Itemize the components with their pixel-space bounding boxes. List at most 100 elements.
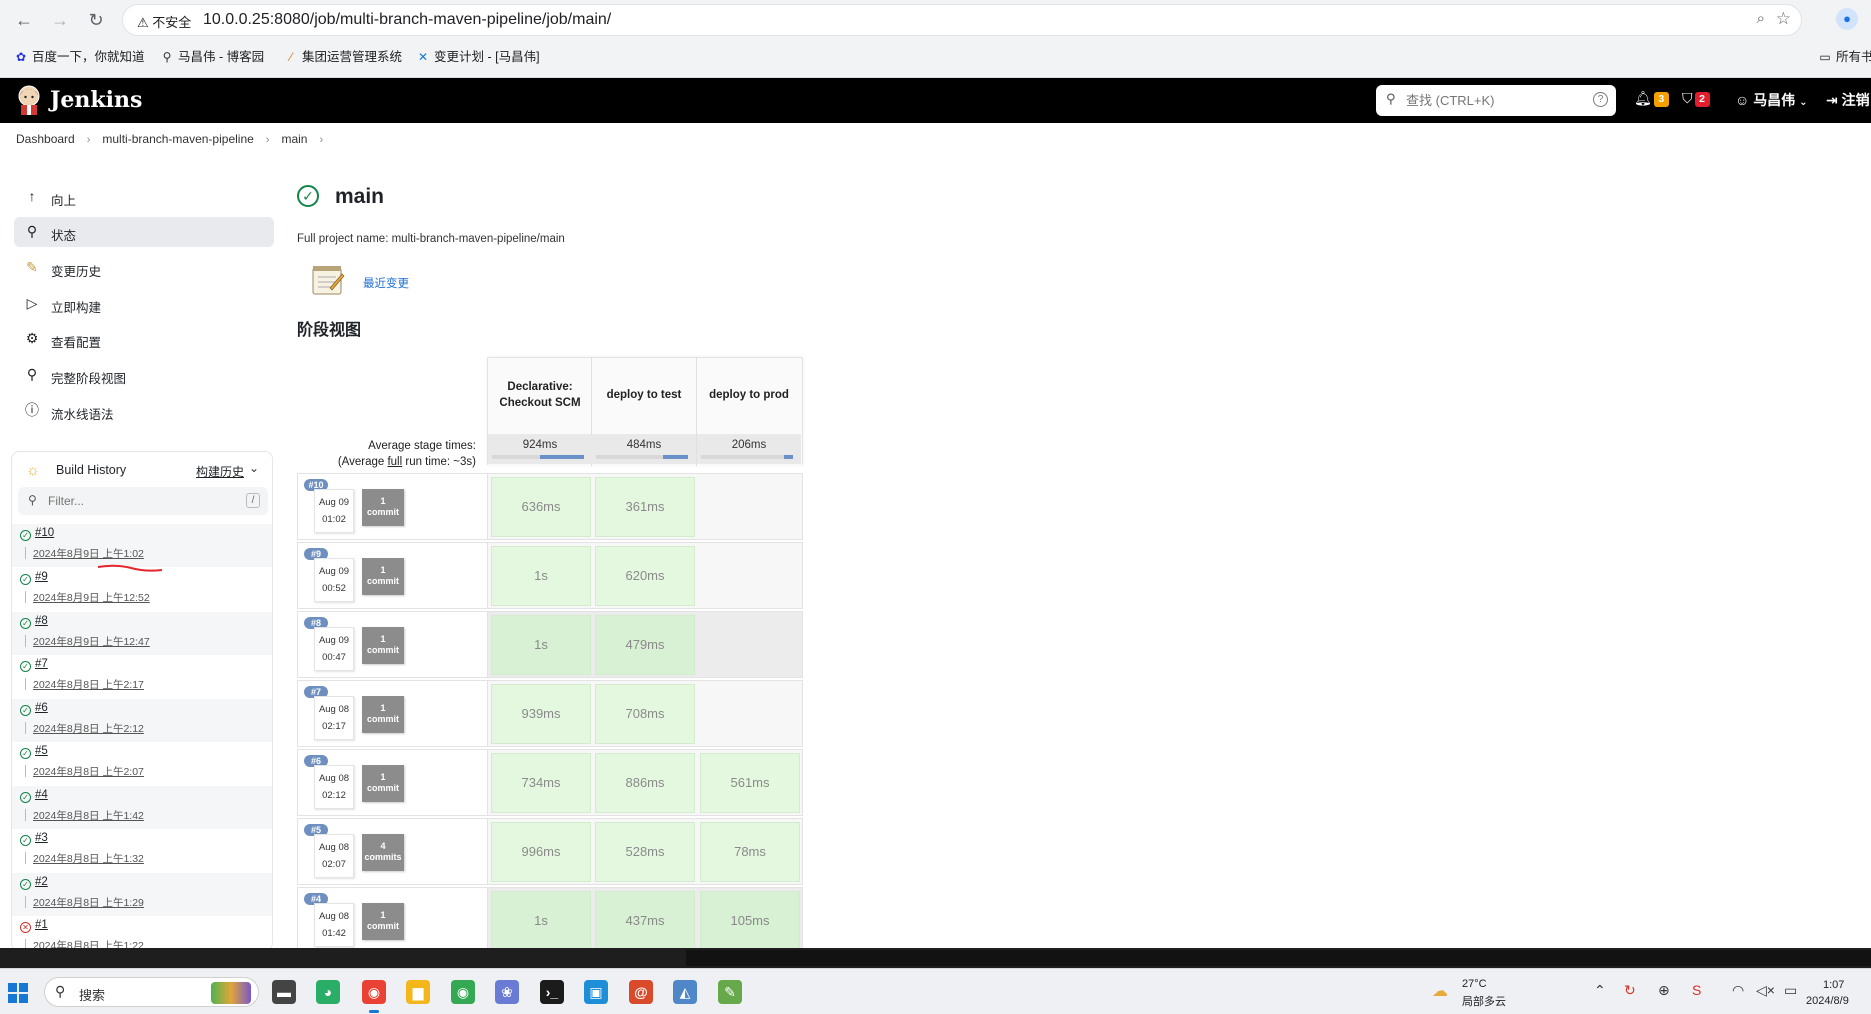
stage-cell[interactable]: 708ms [595, 684, 695, 744]
build-date[interactable]: 2024年8月9日 上午12:52 [33, 590, 150, 605]
monitor-chart-icon[interactable]: ◭ [673, 980, 697, 1004]
task-up[interactable]: ↑ 向上 [14, 182, 274, 212]
bookmark-star-icon[interactable]: ☆ [1776, 9, 1791, 29]
build-date[interactable]: 2024年8月8日 上午1:29 [33, 895, 144, 910]
stage-cell[interactable]: 105ms [700, 891, 800, 951]
sync-icon[interactable]: ↻ [1624, 982, 1636, 999]
bookmark-all[interactable]: ▭ 所有书 [1818, 48, 1871, 66]
build-date[interactable]: 2024年8月8日 上午1:32 [33, 851, 144, 866]
volume-icon[interactable]: ◁× [1756, 982, 1775, 999]
chrome-icon-2[interactable]: ◉ [451, 980, 475, 1004]
stage-cell[interactable]: 939ms [491, 684, 591, 744]
task-status[interactable]: ⚲ 状态 [14, 217, 274, 247]
forward-icon[interactable]: → [46, 8, 74, 32]
task-configure[interactable]: ⚙ 查看配置 [14, 324, 274, 354]
build-number[interactable]: #9 [35, 571, 48, 583]
build-number[interactable]: #2 [35, 876, 48, 888]
build-row[interactable]: ✕ #1 2024年8月8日 上午1:22 [12, 916, 272, 950]
bookmark-baidu[interactable]: ✿ 百度一下，你就知道 [14, 48, 145, 66]
file-explorer-icon[interactable]: ▆ [406, 980, 430, 1004]
task-full-stage-view[interactable]: ⚲ 完整阶段视图 [14, 360, 274, 390]
stage-cell[interactable]: 1s [491, 615, 591, 675]
terminal-icon[interactable]: ›_ [540, 980, 564, 1004]
build-date[interactable]: 2024年8月9日 上午12:47 [33, 634, 150, 649]
stage-cell[interactable]: 1s [491, 891, 591, 951]
build-row[interactable]: ✓ #5 2024年8月8日 上午2:07 [12, 742, 272, 785]
logout-button[interactable]: ⇥ 注销 [1826, 90, 1870, 110]
build-number[interactable]: #4 [35, 789, 48, 801]
build-number[interactable]: #1 [35, 919, 48, 931]
clock-date[interactable]: 2024/8/9 [1806, 995, 1849, 1007]
build-row[interactable]: ✓ #8 2024年8月9日 上午12:47 [12, 612, 272, 655]
stage-cell[interactable]: 1s [491, 546, 591, 606]
user-menu[interactable]: ☺ 马昌伟 ⌄ [1735, 90, 1807, 110]
build-row[interactable]: ✓ #3 2024年8月8日 上午1:32 [12, 829, 272, 872]
notifications-button[interactable]: 🔔︎ 3 [1634, 90, 1669, 107]
wechat-icon[interactable]: ◕ [316, 980, 340, 1004]
build-number[interactable]: #6 [35, 702, 48, 714]
jenkins-logo-icon[interactable] [16, 84, 42, 116]
search-input[interactable] [1406, 88, 1586, 112]
weather-cloud-icon[interactable]: ☁ [1432, 981, 1454, 1001]
stage-cell[interactable]: 361ms [595, 477, 695, 537]
stage-cell[interactable]: 561ms [700, 753, 800, 813]
build-date[interactable]: 2024年8月9日 上午1:02 [33, 546, 144, 561]
build-number[interactable]: #7 [35, 658, 48, 670]
ime-icon[interactable]: ⊕ [1658, 982, 1670, 999]
build-number[interactable]: #8 [35, 615, 48, 627]
task-changes[interactable]: ✎ 变更历史 [14, 253, 274, 283]
breadcrumb-pipeline[interactable]: multi-branch-maven-pipeline [102, 132, 253, 146]
chrome-icon[interactable]: ◉ [362, 980, 386, 1013]
avg-full-link[interactable]: full [387, 456, 402, 468]
bookmark-ops[interactable]: ⁄ 集团运营管理系统 [284, 48, 402, 66]
build-filter-input[interactable] [48, 491, 228, 511]
build-filter[interactable]: ⚲ / [18, 487, 268, 515]
run-commits-button[interactable]: 1 commit [362, 627, 404, 664]
stage-cell[interactable]: 479ms [595, 615, 695, 675]
task-view-icon[interactable]: ▬ [272, 980, 296, 1004]
build-row[interactable]: ✓ #6 2024年8月8日 上午2:12 [12, 699, 272, 742]
jenkins-title[interactable]: Jenkins [50, 87, 142, 113]
stage-cell[interactable]: 734ms [491, 753, 591, 813]
stage-cell[interactable]: 996ms [491, 822, 591, 882]
build-row[interactable]: ✓ #4 2024年8月8日 上午1:42 [12, 786, 272, 829]
bookmark-cnblogs[interactable]: ⚲ 马昌伟 - 博客园 [160, 48, 265, 66]
build-row[interactable]: ✓ #10 2024年8月9日 上午1:02 [12, 524, 272, 567]
run-commits-button[interactable]: 1 commit [362, 696, 404, 733]
notepad-icon[interactable] [310, 262, 346, 296]
security-warning[interactable]: ⚠ 不安全 [137, 12, 191, 31]
build-date[interactable]: 2024年8月8日 上午1:42 [33, 808, 144, 823]
stage-cell[interactable]: 886ms [595, 753, 695, 813]
breadcrumb-main[interactable]: main [281, 132, 307, 146]
security-button[interactable]: ⛉ 2 [1682, 90, 1710, 107]
run-commits-button[interactable]: 1 commit [362, 765, 404, 802]
build-date[interactable]: 2024年8月8日 上午2:17 [33, 677, 144, 692]
stage-cell[interactable]: 437ms [595, 891, 695, 951]
recent-changes-link[interactable]: 最近变更 [363, 275, 409, 291]
search-box[interactable]: ⚲ ? [1376, 85, 1616, 116]
profile-icon[interactable]: ● [1836, 8, 1858, 30]
task-build-now[interactable]: ▷ 立即构建 [14, 289, 274, 319]
build-number[interactable]: #10 [35, 527, 54, 539]
stage-cell[interactable]: 78ms [700, 822, 800, 882]
run-commits-button[interactable]: 1 commit [362, 558, 404, 595]
wifi-icon[interactable]: ◠ [1732, 982, 1744, 999]
task-pipeline-syntax[interactable]: ⓘ 流水线语法 [14, 396, 274, 426]
windows-start-icon[interactable] [8, 983, 28, 1003]
notepad-app-icon[interactable]: ✎ [718, 980, 742, 1004]
zoom-icon[interactable]: ⌕ [1757, 10, 1765, 27]
run-commits-button[interactable]: 4 commits [362, 834, 404, 871]
stage-cell[interactable]: 528ms [595, 822, 695, 882]
build-trend-link[interactable]: 构建历史 [196, 463, 244, 480]
url-text[interactable]: 10.0.0.25:8080/job/multi-branch-maven-pi… [203, 11, 611, 29]
run-commits-button[interactable]: 1 commit [362, 489, 404, 526]
app-icon[interactable]: ❀ [495, 980, 519, 1004]
breadcrumb-dashboard[interactable]: Dashboard [16, 132, 75, 146]
remote-desktop-icon[interactable]: ▣ [584, 980, 608, 1004]
stage-cell[interactable]: 620ms [595, 546, 695, 606]
build-date[interactable]: 2024年8月8日 上午2:12 [33, 721, 144, 736]
build-row[interactable]: ✓ #7 2024年8月8日 上午2:17 [12, 655, 272, 698]
help-icon[interactable]: ? [1593, 92, 1608, 107]
build-date[interactable]: 2024年8月8日 上午2:07 [33, 764, 144, 779]
run-commits-button[interactable]: 1 commit [362, 903, 404, 940]
